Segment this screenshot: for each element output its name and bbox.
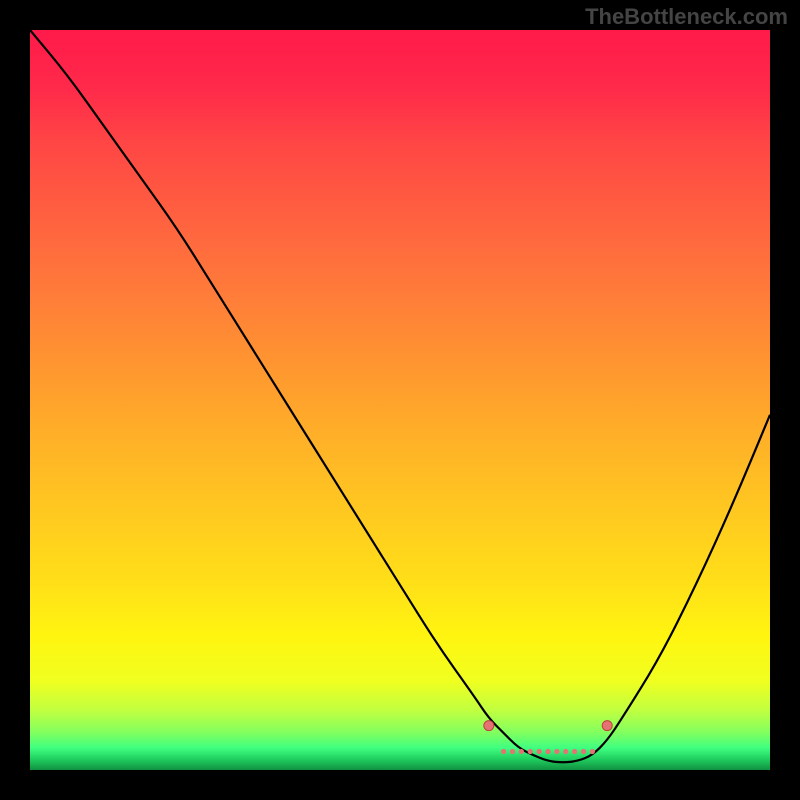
optimal-band-dot <box>554 749 559 754</box>
curve-layer <box>30 30 770 770</box>
optimal-band-dot <box>510 749 515 754</box>
watermark-text: TheBottleneck.com <box>585 4 788 30</box>
band-marker-left <box>484 721 494 731</box>
optimal-band-dot <box>519 749 524 754</box>
optimal-band-dot <box>537 749 542 754</box>
optimal-band-dot <box>528 749 533 754</box>
band-marker-right <box>602 721 612 731</box>
plot-area <box>30 30 770 770</box>
optimal-band-dot <box>572 749 577 754</box>
optimal-band-dot <box>563 749 568 754</box>
bottleneck-curve <box>30 30 770 762</box>
optimal-band-dot <box>545 749 550 754</box>
optimal-band-dot <box>590 749 595 754</box>
optimal-band-dots <box>501 749 595 754</box>
optimal-band-dot <box>501 749 506 754</box>
optimal-band-dot <box>581 749 586 754</box>
